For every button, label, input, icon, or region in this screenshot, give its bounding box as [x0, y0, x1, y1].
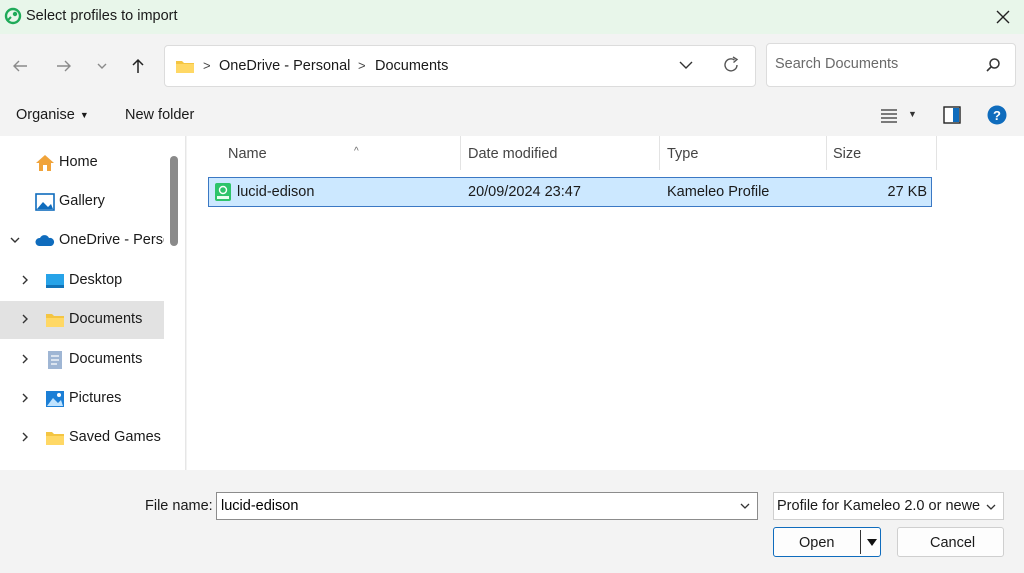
open-button-split-divider — [860, 530, 861, 554]
open-button[interactable]: Open — [773, 527, 881, 557]
sidebar-item-documents-onedrive[interactable]: Documents — [0, 301, 164, 339]
dialog-footer: File name: Profile for Kameleo 2.0 or ne… — [0, 470, 1024, 573]
gallery-icon — [35, 193, 55, 211]
sidebar-item-label: Gallery — [59, 193, 105, 209]
sidebar-item-label: Home — [59, 154, 98, 170]
desktop-icon — [46, 274, 64, 288]
column-header-name[interactable]: ^ Name — [208, 136, 458, 170]
recent-locations-button[interactable] — [90, 54, 114, 78]
arrow-up-icon — [132, 58, 144, 73]
sidebar-item-gallery[interactable]: Gallery — [0, 183, 164, 221]
arrow-right-icon — [57, 60, 71, 72]
column-header-label: Size — [833, 146, 862, 162]
command-bar: Organise ▼ New folder ▼ ? — [0, 96, 1024, 136]
sidebar-item-home[interactable]: Home — [0, 144, 164, 182]
chevron-down-icon — [97, 63, 107, 69]
folder-icon — [46, 314, 64, 327]
sidebar-item-label: Documents — [69, 351, 143, 367]
title-bar: Select profiles to import — [0, 0, 1024, 34]
preview-pane-icon[interactable] — [943, 106, 961, 124]
help-icon[interactable]: ? — [987, 105, 1007, 125]
chevron-down-icon[interactable] — [8, 233, 22, 247]
caret-down-icon: ▼ — [79, 110, 89, 121]
file-type-filter-value: Profile for Kameleo 2.0 or newe — [777, 498, 981, 514]
kameleo-app-icon — [4, 7, 22, 25]
open-button-label: Open — [799, 535, 835, 551]
navigation-pane: Home Gallery OneDrive - Personal Desktop — [0, 136, 186, 470]
refresh-icon[interactable] — [721, 55, 741, 75]
column-header-label: Type — [667, 146, 699, 162]
close-button[interactable] — [988, 2, 1018, 32]
sidebar-item-onedrive[interactable]: OneDrive - Personal — [0, 222, 164, 260]
chevron-down-icon[interactable] — [677, 56, 695, 74]
documents-icon — [48, 351, 62, 369]
pictures-icon — [46, 391, 64, 407]
new-folder-button[interactable]: New folder — [125, 107, 194, 123]
file-name: lucid-edison — [237, 184, 315, 200]
breadcrumb-separator: > — [358, 58, 366, 73]
column-header-label: Name — [228, 146, 267, 162]
breadcrumb-separator: > — [203, 58, 211, 73]
close-icon — [996, 10, 1010, 24]
sidebar-item-label: Saved Games — [69, 429, 161, 445]
column-header-size[interactable]: Size — [827, 136, 935, 170]
file-size: 27 KB — [887, 184, 928, 200]
chevron-right-icon[interactable] — [18, 391, 32, 405]
cloud-icon — [35, 235, 55, 246]
sidebar-item-label: Desktop — [69, 272, 123, 288]
sidebar-scrollbar[interactable] — [170, 156, 178, 246]
chevron-down-icon — [986, 504, 996, 510]
chevron-right-icon[interactable] — [18, 352, 32, 366]
file-list: ^ Name Date modified Type Size lucid-edi… — [187, 136, 1024, 470]
file-type: Kameleo Profile — [667, 184, 770, 200]
file-date: 20/09/2024 23:47 — [468, 184, 581, 200]
folder-icon — [176, 61, 194, 73]
kameleo-profile-file-icon — [215, 183, 231, 201]
forward-button[interactable] — [52, 54, 76, 78]
column-header-date[interactable]: Date modified — [461, 136, 659, 170]
column-header-type[interactable]: Type — [660, 136, 826, 170]
cancel-button-label: Cancel — [930, 535, 976, 551]
organise-menu-button[interactable]: Organise ▼ — [16, 107, 89, 123]
column-divider[interactable] — [936, 136, 937, 170]
sidebar-item-label: Documents — [69, 311, 143, 327]
file-type-filter-select[interactable]: Profile for Kameleo 2.0 or newe — [773, 492, 1004, 520]
address-bar[interactable]: > OneDrive - Personal > Documents — [164, 45, 756, 87]
file-row[interactable]: lucid-edison 20/09/2024 23:47 Kameleo Pr… — [208, 177, 932, 207]
breadcrumb-documents[interactable]: Documents — [375, 58, 448, 74]
svg-text:?: ? — [993, 108, 1001, 123]
caret-down-icon[interactable] — [866, 538, 878, 548]
chevron-down-icon[interactable] — [739, 500, 751, 512]
sidebar-item-desktop[interactable]: Desktop — [0, 262, 164, 300]
sidebar-item-pictures[interactable]: Pictures — [0, 380, 164, 418]
view-options-caret-icon[interactable]: ▼ — [908, 109, 917, 119]
window-title: Select profiles to import — [26, 8, 178, 24]
home-icon — [36, 155, 54, 171]
column-header-label: Date modified — [468, 146, 558, 162]
breadcrumb-onedrive[interactable]: OneDrive - Personal — [219, 58, 350, 74]
up-button[interactable] — [126, 54, 150, 78]
file-name-combobox[interactable] — [216, 492, 758, 520]
navigation-bar: > OneDrive - Personal > Documents — [0, 34, 1024, 96]
arrow-left-icon — [13, 60, 27, 72]
folder-icon — [46, 432, 64, 445]
sort-ascending-icon: ^ — [354, 146, 359, 157]
organise-label: Organise — [16, 107, 75, 123]
chevron-right-icon[interactable] — [18, 430, 32, 444]
file-name-input[interactable] — [221, 498, 721, 514]
sidebar-item-documents[interactable]: Documents — [0, 341, 164, 379]
sidebar-item-saved-games[interactable]: Saved Games — [0, 419, 164, 457]
search-input[interactable] — [775, 56, 975, 72]
search-icon[interactable] — [985, 57, 1001, 73]
cancel-button[interactable]: Cancel — [897, 527, 1004, 557]
sidebar-item-label: OneDrive - Personal — [59, 232, 164, 248]
view-options-icon[interactable] — [880, 108, 898, 124]
chevron-right-icon[interactable] — [18, 312, 32, 326]
sidebar-item-label: Pictures — [69, 390, 122, 406]
chevron-right-icon[interactable] — [18, 273, 32, 287]
search-box[interactable] — [766, 43, 1016, 87]
file-name-label: File name: — [145, 498, 213, 514]
back-button[interactable] — [8, 54, 32, 78]
